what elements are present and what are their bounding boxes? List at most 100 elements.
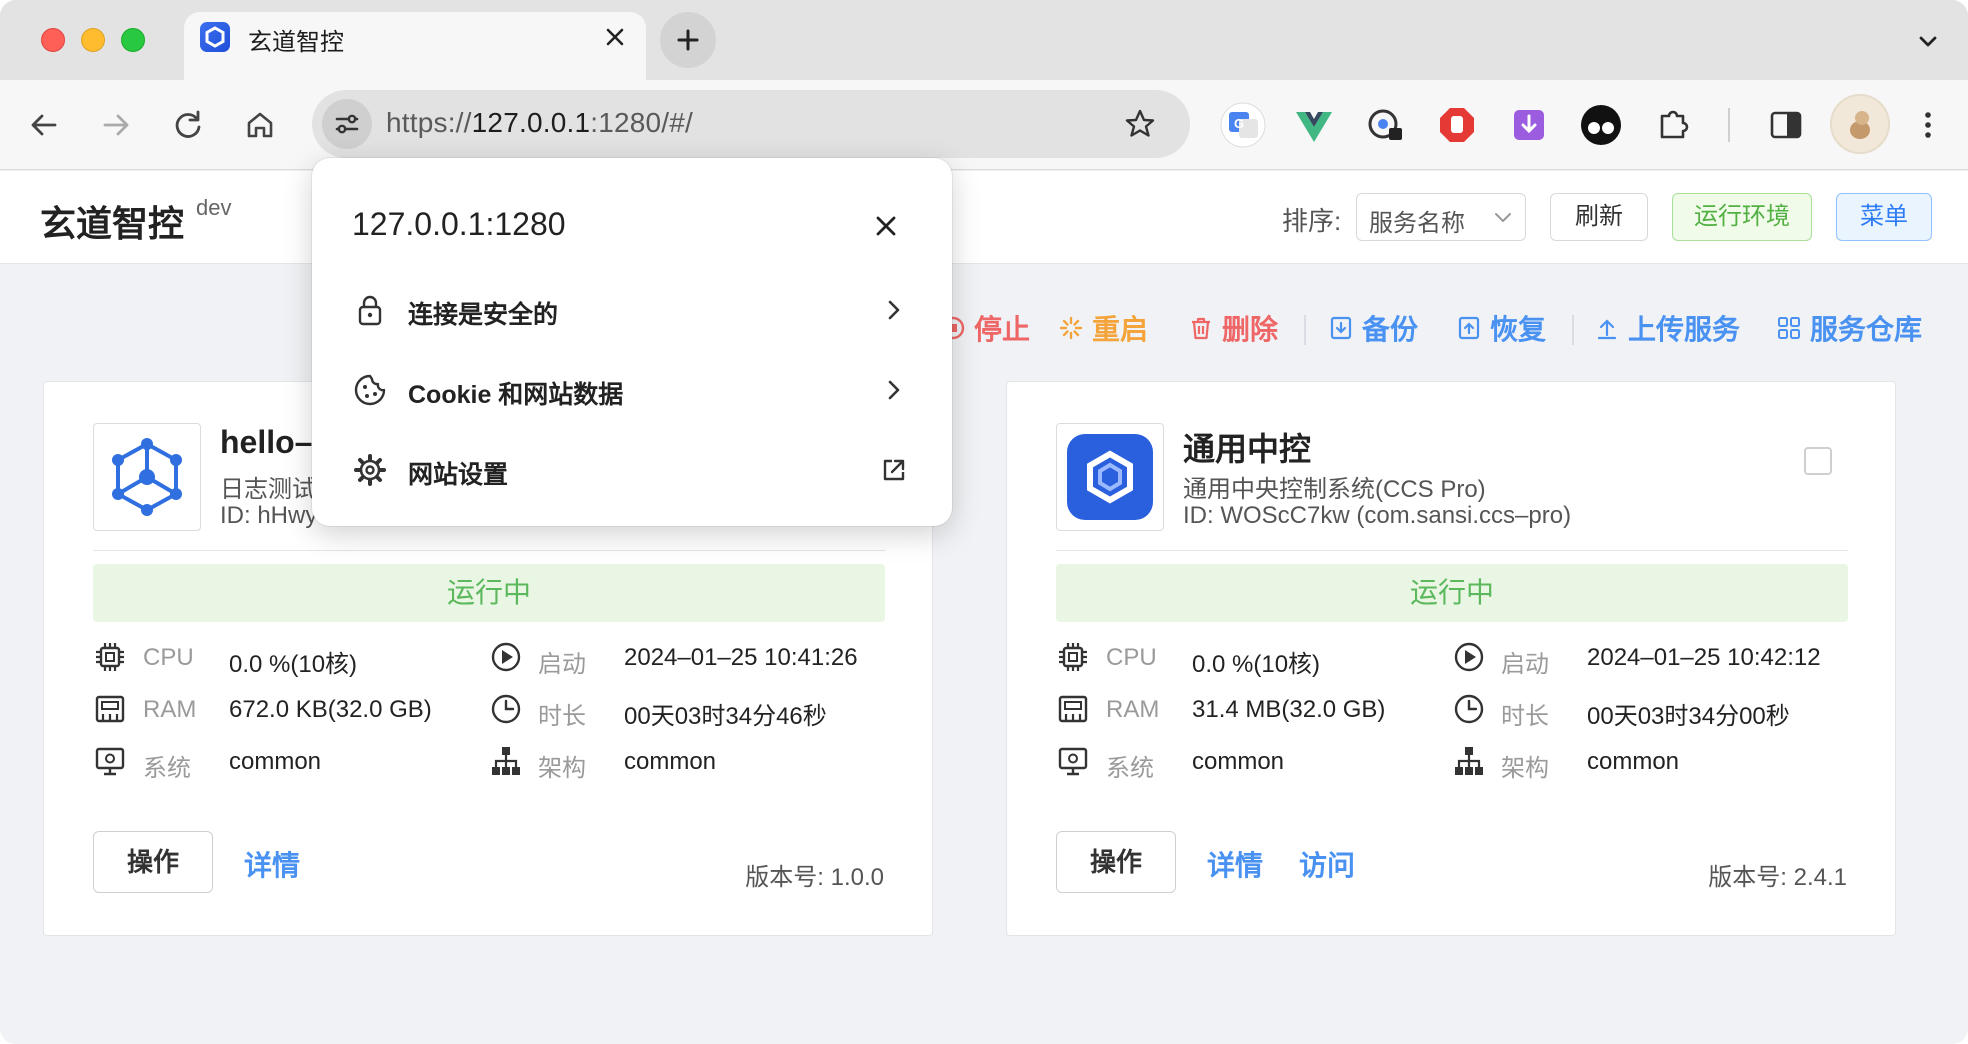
- select-checkbox[interactable]: [1804, 447, 1832, 475]
- restart-icon: [1059, 316, 1083, 340]
- external-link-icon: [880, 456, 908, 484]
- popup-item-connection[interactable]: 连接是安全的: [312, 278, 952, 342]
- url-text[interactable]: https://127.0.0.1:1280/#/: [386, 107, 693, 139]
- ram-icon: [1056, 692, 1090, 726]
- restore-icon: [1458, 316, 1480, 340]
- app-favicon-icon: [200, 22, 230, 52]
- duration-value: 00天03时34分00秒: [1587, 703, 1790, 730]
- popup-item-label: 网站设置: [408, 461, 509, 489]
- tab-close-icon[interactable]: [600, 22, 630, 52]
- restart-button[interactable]: 重启: [1058, 303, 1148, 353]
- bookmark-star-icon[interactable]: [1120, 104, 1160, 144]
- run-env-button[interactable]: 运行环境: [1672, 193, 1812, 241]
- page-content: 玄道智控 dev 排序: 服务名称 刷新 运行环境 菜单 停止 重启 删除 备份…: [0, 171, 1968, 1044]
- upload-icon: [1597, 319, 1617, 340]
- translate-extension-icon[interactable]: G: [1220, 102, 1266, 148]
- forward-arrow-icon[interactable]: [93, 102, 139, 148]
- cpu-icon: [1056, 640, 1090, 674]
- start-label: 启动: [1501, 651, 1549, 678]
- detail-link[interactable]: 详情: [244, 844, 300, 884]
- tab-strip: 玄道智控: [0, 0, 1968, 80]
- duration-label: 时长: [1501, 703, 1549, 730]
- back-arrow-icon[interactable]: [21, 102, 67, 148]
- cpu-value: 0.0 %(10核): [229, 651, 358, 678]
- reload-icon[interactable]: [165, 102, 211, 148]
- lock-icon: [352, 292, 388, 328]
- proxy-extension-icon[interactable]: [1362, 102, 1408, 148]
- arch-tree-icon: [489, 744, 523, 778]
- cpu-icon: [93, 640, 127, 674]
- action-divider: [1572, 315, 1574, 345]
- operate-button[interactable]: 操作: [93, 831, 213, 893]
- sort-value: 服务名称: [1369, 210, 1465, 237]
- sort-label: 排序:: [1282, 206, 1342, 236]
- system-monitor-icon: [93, 744, 127, 778]
- duration-value: 00天03时34分46秒: [624, 703, 827, 730]
- download-extension-icon[interactable]: [1506, 102, 1552, 148]
- adblock-extension-icon[interactable]: [1434, 102, 1480, 148]
- ram-label: RAM: [143, 696, 197, 723]
- operate-button[interactable]: 操作: [1056, 831, 1176, 893]
- ram-value: 672.0 KB(32.0 GB): [229, 696, 432, 723]
- close-icon[interactable]: [868, 208, 904, 244]
- cpu-label: CPU: [143, 644, 194, 671]
- play-icon: [489, 640, 523, 674]
- extensions-puzzle-icon[interactable]: [1650, 102, 1696, 148]
- arch-label: 架构: [1501, 755, 1549, 782]
- cpu-value: 0.0 %(10核): [1192, 651, 1321, 678]
- vue-devtools-icon[interactable]: [1291, 102, 1337, 148]
- system-label: 系统: [1106, 755, 1154, 782]
- backup-button[interactable]: 备份: [1328, 303, 1418, 353]
- sort-select[interactable]: 服务名称: [1356, 193, 1526, 241]
- visit-link[interactable]: 访问: [1299, 844, 1355, 884]
- cookie-icon: [352, 372, 388, 408]
- delete-button[interactable]: 删除: [1188, 303, 1278, 353]
- popup-item-cookies[interactable]: Cookie 和网站数据: [312, 358, 952, 422]
- upload-service-button[interactable]: 上传服务: [1594, 303, 1740, 353]
- start-label: 启动: [538, 651, 586, 678]
- refresh-button[interactable]: 刷新: [1550, 193, 1648, 241]
- popup-item-site-settings[interactable]: 网站设置: [312, 438, 952, 502]
- stop-button[interactable]: 停止: [940, 303, 1030, 353]
- detail-link[interactable]: 详情: [1207, 844, 1263, 884]
- action-divider: [1304, 315, 1306, 345]
- new-tab-button[interactable]: [660, 12, 716, 68]
- env-badge: dev: [196, 195, 232, 220]
- side-panel-icon[interactable]: [1763, 102, 1809, 148]
- close-window-button[interactable]: [41, 28, 65, 52]
- version-label: 版本号: 1.0.0: [745, 864, 884, 891]
- tab-search-chevron-icon[interactable]: [1908, 22, 1948, 62]
- ram-value: 31.4 MB(32.0 GB): [1192, 696, 1386, 723]
- home-icon[interactable]: [237, 102, 283, 148]
- browser-window: 玄道智控 https://127.0.0.1:1280/#/ G 玄道智控 de…: [0, 0, 1968, 1044]
- service-logo: [93, 423, 201, 531]
- clock-icon: [489, 692, 523, 726]
- status-badge: 运行中: [1056, 564, 1848, 622]
- active-tab[interactable]: 玄道智控: [184, 12, 646, 80]
- service-desc: 日志测试: [220, 476, 316, 503]
- service-repo-button[interactable]: 服务仓库: [1776, 303, 1922, 353]
- chevron-right-icon: [880, 296, 908, 324]
- system-value: common: [229, 748, 322, 775]
- popup-item-label: 连接是安全的: [408, 301, 559, 329]
- service-desc: 通用中央控制系统(CCS Pro): [1183, 476, 1486, 503]
- gear-icon: [352, 452, 388, 488]
- ram-label: RAM: [1106, 696, 1160, 723]
- restore-button[interactable]: 恢复: [1456, 303, 1546, 353]
- browser-menu-icon[interactable]: [1905, 102, 1951, 148]
- card-divider: [1056, 550, 1848, 551]
- address-bar[interactable]: https://127.0.0.1:1280/#/: [312, 90, 1190, 158]
- trash-icon: [1192, 317, 1210, 340]
- profile-avatar[interactable]: [1830, 94, 1890, 154]
- arch-tree-icon: [1452, 744, 1486, 778]
- zoom-window-button[interactable]: [121, 28, 145, 52]
- tampermonkey-extension-icon[interactable]: [1578, 102, 1624, 148]
- grid-icon: [1778, 317, 1800, 339]
- status-badge: 运行中: [93, 564, 885, 622]
- minimize-window-button[interactable]: [81, 28, 105, 52]
- chevron-right-icon: [880, 376, 908, 404]
- site-info-icon[interactable]: [322, 99, 372, 149]
- service-id: ID: hHwy: [220, 502, 318, 529]
- menu-button[interactable]: 菜单: [1836, 193, 1932, 241]
- service-name: 通用中控: [1183, 431, 1312, 467]
